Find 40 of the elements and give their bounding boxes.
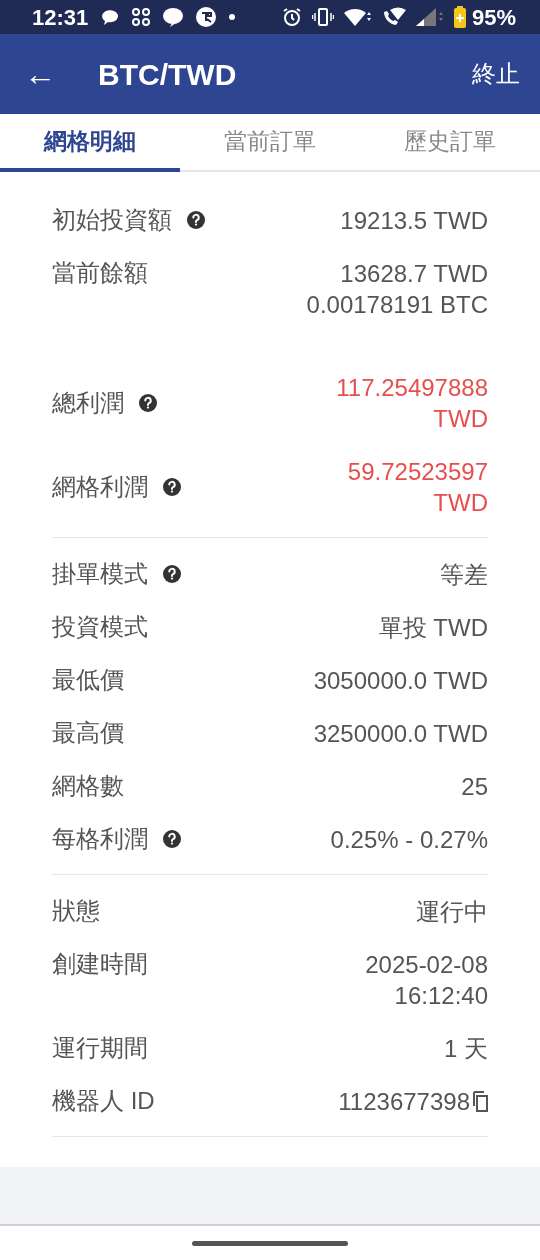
field-value: TWD	[433, 404, 488, 434]
field-value: 1 天	[444, 1034, 488, 1064]
status-time: 12:31	[32, 3, 89, 32]
field-value: 2025-02-08	[365, 950, 488, 980]
field-label: 網格數	[52, 771, 124, 801]
field-value: 59.72523597	[347, 457, 488, 487]
field-value: 等差	[440, 560, 488, 590]
field-value: 0.00178191 BTC	[306, 290, 488, 320]
field-label: 最低價	[52, 665, 124, 695]
field-value: 13628.7 TWD	[340, 259, 488, 289]
field-label: 當前餘額	[52, 258, 148, 288]
field-label: 最高價	[52, 718, 124, 748]
field-label: 網格利潤	[52, 472, 148, 502]
field-value: 16:12:40	[394, 981, 488, 1011]
battery-level: 95%	[471, 3, 516, 32]
field-label: 運行期間	[52, 1033, 148, 1063]
field-value: 3050000.0 TWD	[313, 666, 488, 696]
tab[interactable]: 網格明細	[0, 114, 180, 172]
field-label: 狀態	[52, 896, 100, 926]
field-value: 1123677398	[338, 1087, 470, 1117]
stop-button[interactable]: 終止	[472, 56, 520, 92]
field-value: 3250000.0 TWD	[313, 719, 488, 749]
field-value: 0.25% - 0.27%	[330, 825, 488, 855]
field-label: 創建時間	[52, 949, 148, 979]
back-button[interactable]: ←	[24, 50, 64, 98]
field-value: 19213.5 TWD	[340, 206, 488, 236]
field-label: 每格利潤	[52, 824, 148, 854]
field-label: 投資模式	[52, 612, 148, 642]
field-value: 25	[461, 772, 488, 802]
field-label: 掛單模式	[52, 559, 148, 589]
field-label: 機器人 ID	[52, 1086, 155, 1116]
tab[interactable]: 歷史訂單	[360, 114, 540, 172]
page-title: BTC/TWD	[98, 56, 237, 93]
field-label: 總利潤	[52, 388, 124, 418]
field-value: 運行中	[416, 897, 488, 927]
tab[interactable]: 當前訂單	[180, 114, 360, 172]
field-value: 117.25497888	[336, 373, 488, 403]
field-value: 單投 TWD	[378, 613, 488, 643]
field-value: TWD	[433, 488, 488, 518]
field-label: 初始投資額	[52, 205, 172, 235]
